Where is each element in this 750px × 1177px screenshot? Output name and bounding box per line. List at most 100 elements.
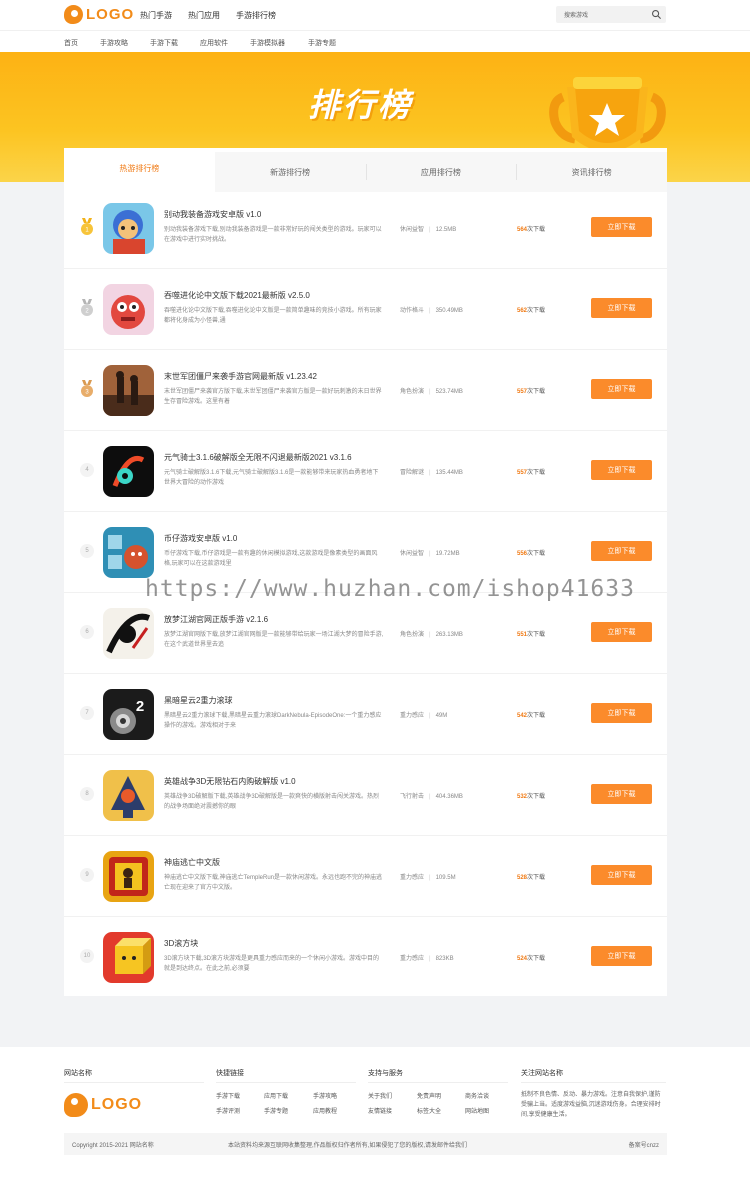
game-title[interactable]: 别动我装备游戏安卓版 v1.0 bbox=[164, 209, 261, 220]
footer-link[interactable]: 手游评测 bbox=[216, 1106, 240, 1115]
game-row: 1 别动我装备游戏安卓版 v1.0 别动我装备游戏下载,别动我装备游戏是一款非常… bbox=[64, 188, 667, 269]
footer-link[interactable]: 标签大全 bbox=[417, 1106, 441, 1115]
download-count: 528次下载 bbox=[517, 872, 545, 881]
footer-link[interactable]: 应用下载 bbox=[264, 1091, 288, 1100]
footer-link[interactable]: 应用教程 bbox=[313, 1106, 337, 1115]
footer-link[interactable]: 关于我们 bbox=[368, 1091, 392, 1100]
game-title[interactable]: 英雄战争3D无限钻石内购破解版 v1.0 bbox=[164, 776, 296, 787]
download-count: 564次下载 bbox=[517, 224, 545, 233]
footer-link[interactable]: 商务洽谈 bbox=[465, 1091, 489, 1100]
site-logo[interactable]: LOGO bbox=[64, 5, 134, 24]
subnav-game-download[interactable]: 手游下载 bbox=[150, 38, 178, 48]
download-count-number: 564 bbox=[517, 227, 528, 233]
game-size: 12.5MB bbox=[435, 227, 457, 233]
download-count-suffix: 次下载 bbox=[527, 389, 546, 395]
download-count: 551次下载 bbox=[517, 629, 545, 638]
icp-record[interactable]: 备案号cnzz bbox=[629, 1140, 659, 1149]
game-meta: 动作格斗 | 350.49MB bbox=[400, 308, 463, 314]
game-meta: 冒险解谜 | 135.44MB bbox=[400, 470, 463, 476]
download-count: 557次下载 bbox=[517, 467, 545, 476]
game-icon[interactable] bbox=[103, 203, 154, 254]
game-icon[interactable] bbox=[103, 365, 154, 416]
subnav-topics[interactable]: 手游专题 bbox=[308, 38, 336, 48]
game-icon[interactable]: 2 bbox=[103, 689, 154, 740]
download-button[interactable]: 立即下载 bbox=[591, 460, 652, 480]
search-icon[interactable] bbox=[651, 9, 662, 20]
logo-icon bbox=[64, 1093, 88, 1117]
download-button[interactable]: 立即下载 bbox=[591, 703, 652, 723]
game-icon[interactable] bbox=[103, 608, 154, 659]
subnav-emulator[interactable]: 手游模拟器 bbox=[250, 38, 285, 48]
game-meta: 飞行射击 | 404.36MB bbox=[400, 794, 463, 800]
footer-link[interactable]: 免责声明 bbox=[417, 1091, 441, 1100]
download-button[interactable]: 立即下载 bbox=[591, 217, 652, 237]
download-count-suffix: 次下载 bbox=[527, 794, 546, 800]
download-count-number: 557 bbox=[517, 389, 528, 395]
logo-icon bbox=[64, 5, 83, 24]
download-button[interactable]: 立即下载 bbox=[591, 298, 652, 318]
footer-quick-links-title: 快捷链接 bbox=[216, 1070, 244, 1077]
footer-logo[interactable]: LOGO bbox=[64, 1093, 142, 1117]
game-title[interactable]: 币仔游戏安卓版 v1.0 bbox=[164, 533, 237, 544]
game-size: 135.44MB bbox=[435, 470, 463, 476]
game-description: 英雄战争3D破解版下载,英雄战争3D破解版是一款爽快的横版射击闯关游戏。热烈的战… bbox=[164, 794, 380, 810]
game-icon[interactable] bbox=[103, 932, 154, 983]
download-button[interactable]: 立即下载 bbox=[591, 784, 652, 804]
game-title[interactable]: 末世军团僵尸来袭手游官网最新版 v1.23.42 bbox=[164, 371, 317, 382]
game-icon[interactable] bbox=[103, 284, 154, 335]
logo-text: LOGO bbox=[91, 1096, 143, 1113]
footer-link[interactable]: 友情链接 bbox=[368, 1106, 392, 1115]
game-icon[interactable] bbox=[103, 527, 154, 578]
game-title[interactable]: 元气骑士3.1.6破解版全无限不闪退最新版2021 v3.1.6 bbox=[164, 452, 352, 463]
ranking-panel: 热游排行榜 新游排行榜 应用排行榜 资讯排行榜 1 别动我装备游戏安卓版 v1.… bbox=[64, 148, 667, 996]
game-row: 10 3D滚方块 3D滚方块下载,3D滚方块游戏是更具重力感应而来的一个休闲小游… bbox=[64, 917, 667, 998]
game-description: 放梦江湖官网版下载,放梦江湖官网版是一款能够带给玩家一场江湖大梦的冒险手游,在这… bbox=[164, 632, 384, 648]
rank-badge: 10 bbox=[80, 949, 94, 963]
game-title[interactable]: 神庙逃亡中文版 bbox=[164, 857, 220, 868]
nav-game-ranking[interactable]: 手游排行榜 bbox=[236, 10, 276, 21]
game-size: 404.36MB bbox=[435, 794, 463, 800]
download-button[interactable]: 立即下载 bbox=[591, 622, 652, 642]
footer-link[interactable]: 网站地图 bbox=[465, 1106, 489, 1115]
game-size: 523.74MB bbox=[435, 389, 463, 395]
download-button[interactable]: 立即下载 bbox=[591, 865, 652, 885]
footer-link[interactable]: 手游攻略 bbox=[313, 1091, 337, 1100]
subnav-home[interactable]: 首页 bbox=[64, 38, 78, 48]
game-icon[interactable] bbox=[103, 770, 154, 821]
download-button[interactable]: 立即下载 bbox=[591, 379, 652, 399]
download-button[interactable]: 立即下载 bbox=[591, 946, 652, 966]
game-row: 2 吞噬进化论中文版下载2021最新版 v2.5.0 吞噬进化论中文版下载,吞噬… bbox=[64, 269, 667, 350]
tab-new-games[interactable]: 新游排行榜 bbox=[214, 152, 366, 192]
tab-apps[interactable]: 应用排行榜 bbox=[365, 152, 517, 192]
footer-site-name-title: 网站名称 bbox=[64, 1070, 92, 1077]
game-description: 吞噬进化论中文版下载,吞噬进化论中文版是一款简单趣味的竞技小游戏。所有玩家都将化… bbox=[164, 308, 382, 324]
game-title[interactable]: 吞噬进化论中文版下载2021最新版 v2.5.0 bbox=[164, 290, 310, 301]
game-title[interactable]: 黑暗星云2重力滚球 bbox=[164, 695, 232, 706]
tab-hot-games[interactable]: 热游排行榜 bbox=[64, 148, 215, 188]
nav-hot-games[interactable]: 热门手游 bbox=[140, 10, 172, 21]
game-icon[interactable] bbox=[103, 446, 154, 497]
search-input[interactable]: 搜索游戏 bbox=[556, 6, 666, 23]
download-count-suffix: 次下载 bbox=[527, 875, 546, 881]
game-category: 重力感应 bbox=[400, 875, 425, 881]
game-title[interactable]: 3D滚方块 bbox=[164, 938, 198, 949]
footer-divider bbox=[64, 1082, 204, 1083]
game-title[interactable]: 放梦江湖官网正版手游 v2.1.6 bbox=[164, 614, 268, 625]
game-row: 6 放梦江湖官网正版手游 v2.1.6 放梦江湖官网版下载,放梦江湖官网版是一款… bbox=[64, 593, 667, 674]
download-count-number: 556 bbox=[517, 551, 528, 557]
footer-link[interactable]: 手游下载 bbox=[216, 1091, 240, 1100]
download-count: 562次下载 bbox=[517, 305, 545, 314]
gold-medal-icon: 1 bbox=[81, 218, 93, 235]
game-size: 823KB bbox=[435, 956, 454, 962]
nav-hot-apps[interactable]: 热门应用 bbox=[188, 10, 220, 21]
footer-link[interactable]: 手游专题 bbox=[264, 1106, 288, 1115]
game-size: 19.72MB bbox=[435, 551, 460, 557]
subnav-guides[interactable]: 手游攻略 bbox=[100, 38, 128, 48]
tab-news[interactable]: 资讯排行榜 bbox=[516, 152, 667, 192]
game-size: 350.49MB bbox=[435, 308, 463, 314]
download-count-suffix: 次下载 bbox=[527, 632, 546, 638]
download-button[interactable]: 立即下载 bbox=[591, 541, 652, 561]
game-icon[interactable] bbox=[103, 851, 154, 902]
subnav-apps[interactable]: 应用软件 bbox=[200, 38, 228, 48]
game-description: 币仔游戏下载,币仔游戏是一款有趣的休闲模拟游戏,这款游戏是像素类型的画面风格,玩… bbox=[164, 551, 378, 567]
